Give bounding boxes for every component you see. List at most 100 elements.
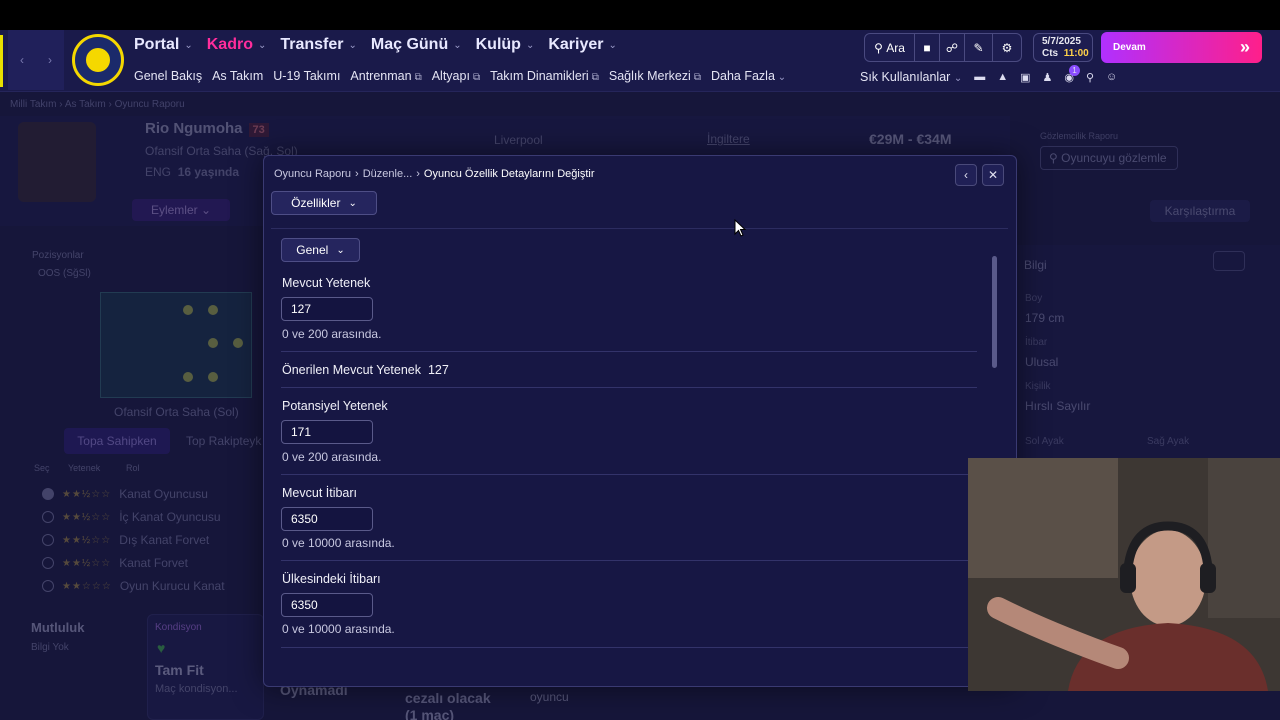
home-reputation-label: Ülkesindeki İtibarı xyxy=(282,572,381,586)
club-crest-logo[interactable] xyxy=(72,34,124,86)
subnav-as-takim[interactable]: As Takım xyxy=(212,69,263,83)
role-row[interactable]: ★★½☆☆ Dış Kanat Forvet xyxy=(42,533,209,547)
happiness-title: Mutluluk xyxy=(31,620,85,635)
yellow-edge xyxy=(0,35,3,87)
chevron-down-icon: ⌄ xyxy=(453,39,462,51)
heart-icon: ♥ xyxy=(157,640,166,656)
scout-button[interactable]: ⚲ Oyuncuyu gözlemle xyxy=(1040,146,1178,170)
subnav-more[interactable]: Daha Fazla ⌄ xyxy=(711,69,786,83)
chevron-down-icon: ⌄ xyxy=(348,39,357,51)
role-row[interactable]: ★★½☆☆ Kanat Forvet xyxy=(42,556,188,570)
subnav-takim-dinamikleri[interactable]: Takım Dinamikleri ⧉ xyxy=(490,69,599,83)
chat-icon[interactable]: ▬ xyxy=(974,71,985,83)
favorites-dropdown[interactable]: Sık Kullanılanlar ⌄ xyxy=(860,70,962,84)
role-row[interactable]: ★★☆☆☆ Oyun Kurucu Kanat xyxy=(42,579,225,593)
back-button[interactable]: ‹ xyxy=(8,30,36,90)
tab-out-of-possession[interactable]: Top Rakipteyk xyxy=(186,434,261,448)
breadcrumb-player-report[interactable]: Oyuncu Raporu xyxy=(274,168,351,180)
role-row[interactable]: ★★½☆☆ İç Kanat Oyuncusu xyxy=(42,510,221,524)
forward-button[interactable]: › xyxy=(36,30,64,90)
subnav-saglik-merkezi[interactable]: Sağlık Merkezi ⧉ xyxy=(609,69,701,83)
player-club[interactable]: Liverpool xyxy=(494,133,543,147)
subnav-u19[interactable]: U-19 Takımı xyxy=(273,69,340,83)
chevron-left-icon: ‹ xyxy=(20,53,24,67)
subnav-antrenman[interactable]: Antrenman ⧉ xyxy=(350,69,421,83)
inbox-button[interactable]: ■ xyxy=(915,34,940,61)
chevron-down-icon: ⌄ xyxy=(184,39,193,51)
radio[interactable] xyxy=(42,511,54,523)
continue-button[interactable]: Devam » xyxy=(1101,32,1262,63)
search-button[interactable]: ⚲ Ara xyxy=(865,34,915,61)
chevron-right-icon: › xyxy=(355,168,359,180)
tactics-button[interactable]: ☍ xyxy=(940,34,965,61)
condition-value: Tam Fit xyxy=(155,662,204,678)
radio[interactable] xyxy=(42,557,54,569)
edit-attributes-modal xyxy=(263,155,1017,687)
nav-kariyer[interactable]: Kariyer ⌄ xyxy=(548,36,617,54)
robot-icon[interactable]: ☺ xyxy=(1106,71,1117,83)
position-dot xyxy=(183,305,193,315)
recommended-ability: Önerilen Mevcut Yetenek 127 xyxy=(282,363,449,377)
separator xyxy=(281,647,977,648)
current-ability-hint: 0 ve 200 arasında. xyxy=(282,327,382,341)
search-icon: ⚲ xyxy=(874,40,883,55)
separator xyxy=(281,387,977,388)
compare-button[interactable]: Karşılaştırma xyxy=(1150,200,1250,222)
chevron-down-icon: ⌄ xyxy=(336,244,345,256)
potential-ability-label: Potansiyel Yetenek xyxy=(282,399,388,413)
breadcrumb-edit[interactable]: Düzenle... xyxy=(363,168,413,180)
current-ability-input[interactable]: 127 xyxy=(281,297,373,321)
position-pitch xyxy=(100,292,252,398)
attributes-dropdown[interactable]: Özellikler ⌄ xyxy=(271,191,377,215)
happiness-sub: Bilgi Yok xyxy=(31,642,69,653)
edit-button[interactable]: ✎ xyxy=(965,34,993,61)
modal-back-button[interactable]: ‹ xyxy=(955,164,977,186)
nav-kadro[interactable]: Kadro ⌄ xyxy=(207,36,267,54)
external-link-icon: ⧉ xyxy=(472,72,481,83)
radio-selected[interactable] xyxy=(42,488,54,500)
clipboard-icon[interactable]: ▣ xyxy=(1020,71,1030,84)
general-dropdown[interactable]: Genel ⌄ xyxy=(281,238,360,262)
separator xyxy=(281,474,977,475)
scout-report-label: Gözlemcilik Raporu xyxy=(1040,131,1119,141)
home-reputation-input[interactable]: 6350 xyxy=(281,593,373,617)
shield-icon: ☍ xyxy=(945,40,959,55)
double-chevron-right-icon: » xyxy=(1239,37,1250,57)
pencil-icon: ✎ xyxy=(973,40,984,55)
subnav-altyapi[interactable]: Altyapı ⧉ xyxy=(432,69,480,83)
info-person-button[interactable] xyxy=(1213,251,1245,271)
personality-value: Hırslı Sayılır xyxy=(1025,399,1091,413)
trophy-icon[interactable]: ⚲ xyxy=(1086,71,1094,84)
actions-button[interactable]: Eylemler ⌄ xyxy=(132,199,230,221)
info-title: Bilgi xyxy=(1024,258,1047,272)
webcam-overlay xyxy=(968,458,1280,691)
subnav-genel-bakis[interactable]: Genel Bakış xyxy=(134,69,202,83)
role-row[interactable]: ★★½☆☆ Kanat Oyuncusu xyxy=(42,487,208,501)
potential-ability-input[interactable]: 171 xyxy=(281,420,373,444)
current-reputation-input[interactable]: 6350 xyxy=(281,507,373,531)
nav-transfer[interactable]: Transfer ⌄ xyxy=(280,36,357,54)
external-link-icon: ⧉ xyxy=(693,72,701,83)
people-icon[interactable]: ♟ xyxy=(1043,71,1053,84)
radio[interactable] xyxy=(42,580,54,592)
nav-kulup[interactable]: Kulüp ⌄ xyxy=(476,36,535,54)
external-link-icon: ⧉ xyxy=(414,72,422,83)
settings-button[interactable]: ⚙ xyxy=(993,34,1021,61)
shirt-icon[interactable]: ▲ xyxy=(997,71,1008,83)
favorites-bar: Sık Kullanılanlar ⌄ ▬ ▲ ▣ ♟ ◉ 1 ⚲ ☺ xyxy=(860,64,1117,84)
modal-scrollbar[interactable] xyxy=(992,256,997,368)
gear-icon: ⚙ xyxy=(1001,40,1013,55)
nav-mac-gunu[interactable]: Maç Günü ⌄ xyxy=(371,36,462,54)
tab-in-possession[interactable]: Topa Sahipken xyxy=(64,428,170,454)
nav-portal[interactable]: Portal ⌄ xyxy=(134,36,193,54)
position-dot xyxy=(233,338,243,348)
notifications-icon[interactable]: ◉ 1 xyxy=(1064,64,1080,84)
modal-close-button[interactable]: ✕ xyxy=(982,164,1004,186)
position-dot xyxy=(208,338,218,348)
chevron-down-icon: ⌄ xyxy=(774,72,787,83)
modal-breadcrumb: Oyuncu Raporu › Düzenle... › Oyuncu Özel… xyxy=(274,168,594,180)
player-country[interactable]: İngiltere xyxy=(707,132,750,146)
current-reputation-hint: 0 ve 10000 arasında. xyxy=(282,536,395,550)
radio[interactable] xyxy=(42,534,54,546)
reputation-value: Ulusal xyxy=(1025,355,1059,369)
